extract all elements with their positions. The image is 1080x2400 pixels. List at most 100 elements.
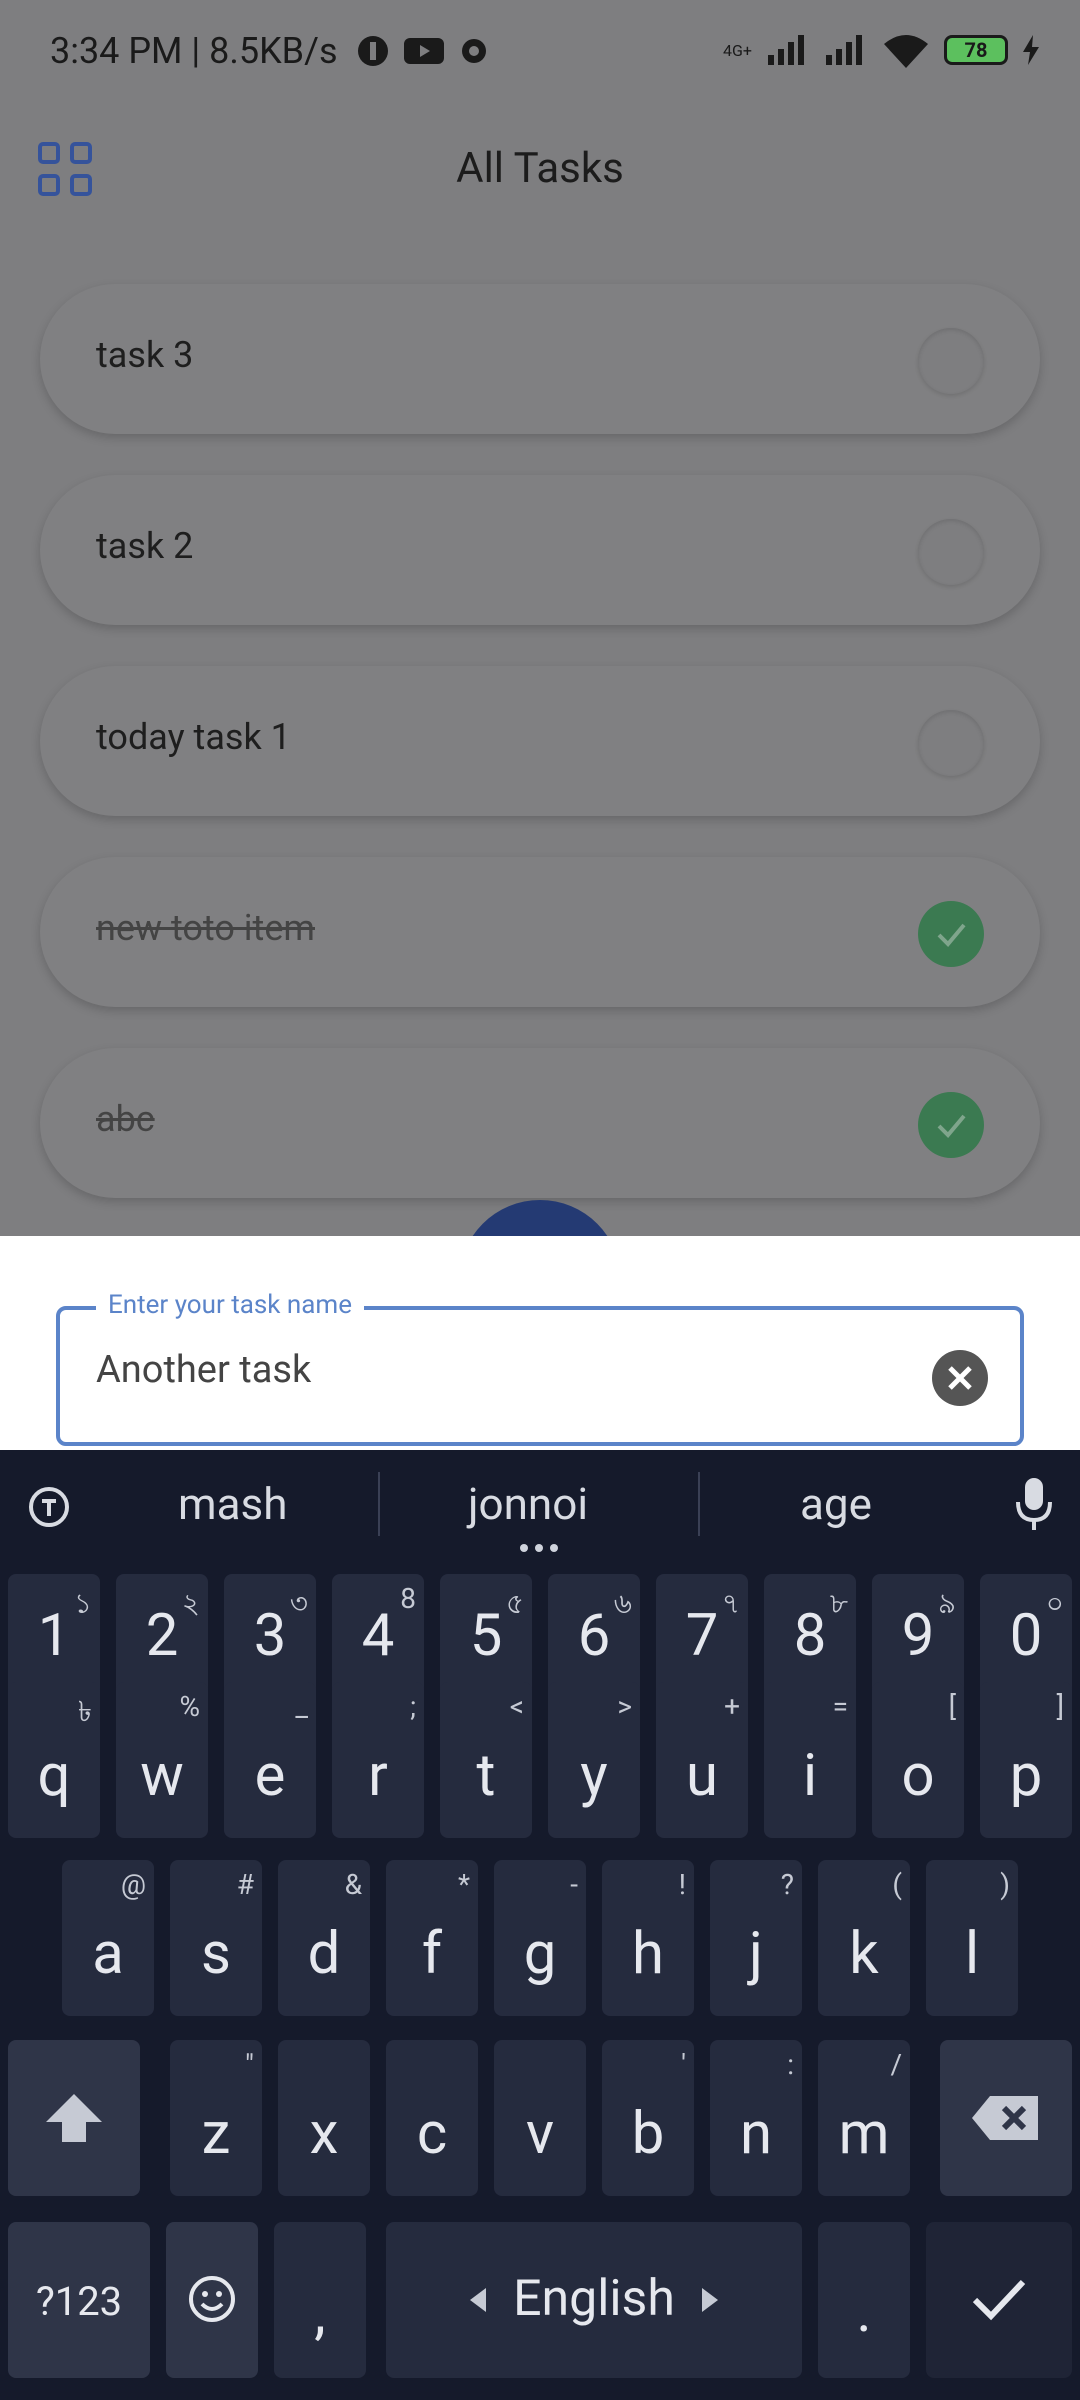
key-hint: < [509,1690,524,1723]
task-checkbox[interactable] [918,519,984,585]
suggestion-1[interactable]: mash [178,1478,287,1530]
key-m[interactable]: / m [818,2040,910,2196]
key-r[interactable]: ; r [332,1682,424,1838]
check-icon [937,923,966,947]
key-label: p [1009,1742,1043,1810]
suggestion-2[interactable]: jonnoi [468,1478,588,1530]
key-x[interactable]: x [278,2040,370,2196]
key-p[interactable]: ] p [980,1682,1072,1838]
key-label: l [964,1920,980,1988]
suggestion-3[interactable]: age [800,1478,872,1530]
text-tool-icon[interactable] [26,1484,72,1530]
key-d[interactable]: & d [278,1860,370,2016]
key-label: b [631,2100,665,2168]
key-q[interactable]: ৳ q [8,1682,100,1838]
key-h[interactable]: ! h [602,1860,694,2016]
check-icon [937,1114,966,1138]
task-list: task 3 task 2 today task 1 new toto item… [40,284,1040,1236]
key-e[interactable]: _ e [224,1682,316,1838]
key-label: k [849,1920,879,1988]
key-n[interactable]: :n [710,2040,802,2196]
task-checkbox-checked[interactable] [918,1092,984,1158]
task-item[interactable]: task 2 [40,475,1040,625]
key-label: 9 [901,1602,935,1670]
backspace-icon [972,2096,1038,2140]
key-w[interactable]: % w [116,1682,208,1838]
key-hint: ' [681,2048,686,2081]
microphone-icon[interactable] [1014,1476,1054,1532]
key-label: 7 [685,1602,719,1670]
key-label: z [201,2100,231,2168]
key-l[interactable]: ) l [926,1860,1018,2016]
key-label: 3 [253,1602,287,1670]
task-label: new toto item [96,907,315,949]
key-z[interactable]: " z [170,2040,262,2196]
key-hint: [ [948,1690,956,1723]
key-y[interactable]: > y [548,1682,640,1838]
key-hint: & [344,1868,362,1901]
task-label: abc [96,1098,155,1140]
key-label: w [140,1742,184,1810]
close-icon [948,1366,972,1390]
key-c[interactable]: c [386,2040,478,2196]
key-f[interactable]: * f [386,1860,478,2016]
task-item[interactable]: today task 1 [40,666,1040,816]
key-label: d [307,1920,341,1988]
comma-key[interactable]: , [274,2222,366,2378]
task-item-done[interactable]: new toto item [40,857,1040,1007]
key-hint: = [832,1690,848,1723]
key-b[interactable]: ' b [602,2040,694,2196]
key-hint: / [890,2048,902,2081]
key-i[interactable]: = i [764,1682,856,1838]
key-hint: % [179,1690,200,1723]
task-checkbox-checked[interactable] [918,901,984,967]
key-v[interactable]: v [494,2040,586,2196]
chevron-right-icon [702,2288,718,2312]
key-o[interactable]: [o [872,1682,964,1838]
clear-text-button[interactable] [932,1350,988,1406]
period-label: . [856,2278,872,2346]
space-key[interactable]: English [386,2222,802,2378]
key-hint: ! [678,1868,686,1901]
key-j[interactable]: ? j [710,1860,802,2016]
done-key[interactable] [926,2222,1072,2378]
key-label: 0 [1009,1602,1043,1670]
key-label: h [632,1920,664,1988]
task-name-label: Enter your task name [96,1290,365,1320]
key-label: x [309,2100,339,2168]
key-g[interactable]: -g [494,1860,586,2016]
task-name-field[interactable]: Enter your task name [56,1290,1024,1446]
suggestion-divider [698,1472,700,1536]
key-hint: ] [1056,1690,1064,1723]
key-t[interactable]: < t [440,1682,532,1838]
task-name-input[interactable] [96,1348,896,1392]
task-item[interactable]: task 3 [40,284,1040,434]
key-label: 4 [361,1602,395,1670]
backspace-key[interactable] [940,2040,1072,2196]
key-a[interactable]: @ a [62,1860,154,2016]
status-app-icons [356,34,490,68]
app-background: 3:34 PM | 8.5KB/s 4G+ 78 All Tasks task … [0,0,1080,1236]
space-label: English [513,2270,675,2328]
signal-icon-2 [826,35,862,65]
app-notification-icon [358,36,388,66]
key-label: s [201,1920,231,1988]
task-item-done[interactable]: abc [40,1048,1040,1198]
wifi-icon [884,35,928,68]
period-key[interactable]: . [818,2222,910,2378]
task-checkbox[interactable] [918,710,984,776]
shift-key[interactable] [8,2040,140,2196]
task-checkbox[interactable] [918,328,984,394]
symbols-key[interactable]: ?123 [8,2222,150,2378]
key-label: 2 [145,1602,179,1670]
emoji-key[interactable] [166,2222,258,2378]
key-k[interactable]: (k [818,1860,910,2016]
key-hint: ( [892,1868,902,1901]
key-s[interactable]: # s [170,1860,262,2016]
key-label: i [802,1742,818,1810]
key-u[interactable]: + u [656,1682,748,1838]
add-task-sheet: Enter your task name [0,1236,1080,1450]
key-label: g [523,1920,557,1988]
key-label: a [92,1920,124,1988]
more-suggestions-icon[interactable] [520,1544,558,1552]
